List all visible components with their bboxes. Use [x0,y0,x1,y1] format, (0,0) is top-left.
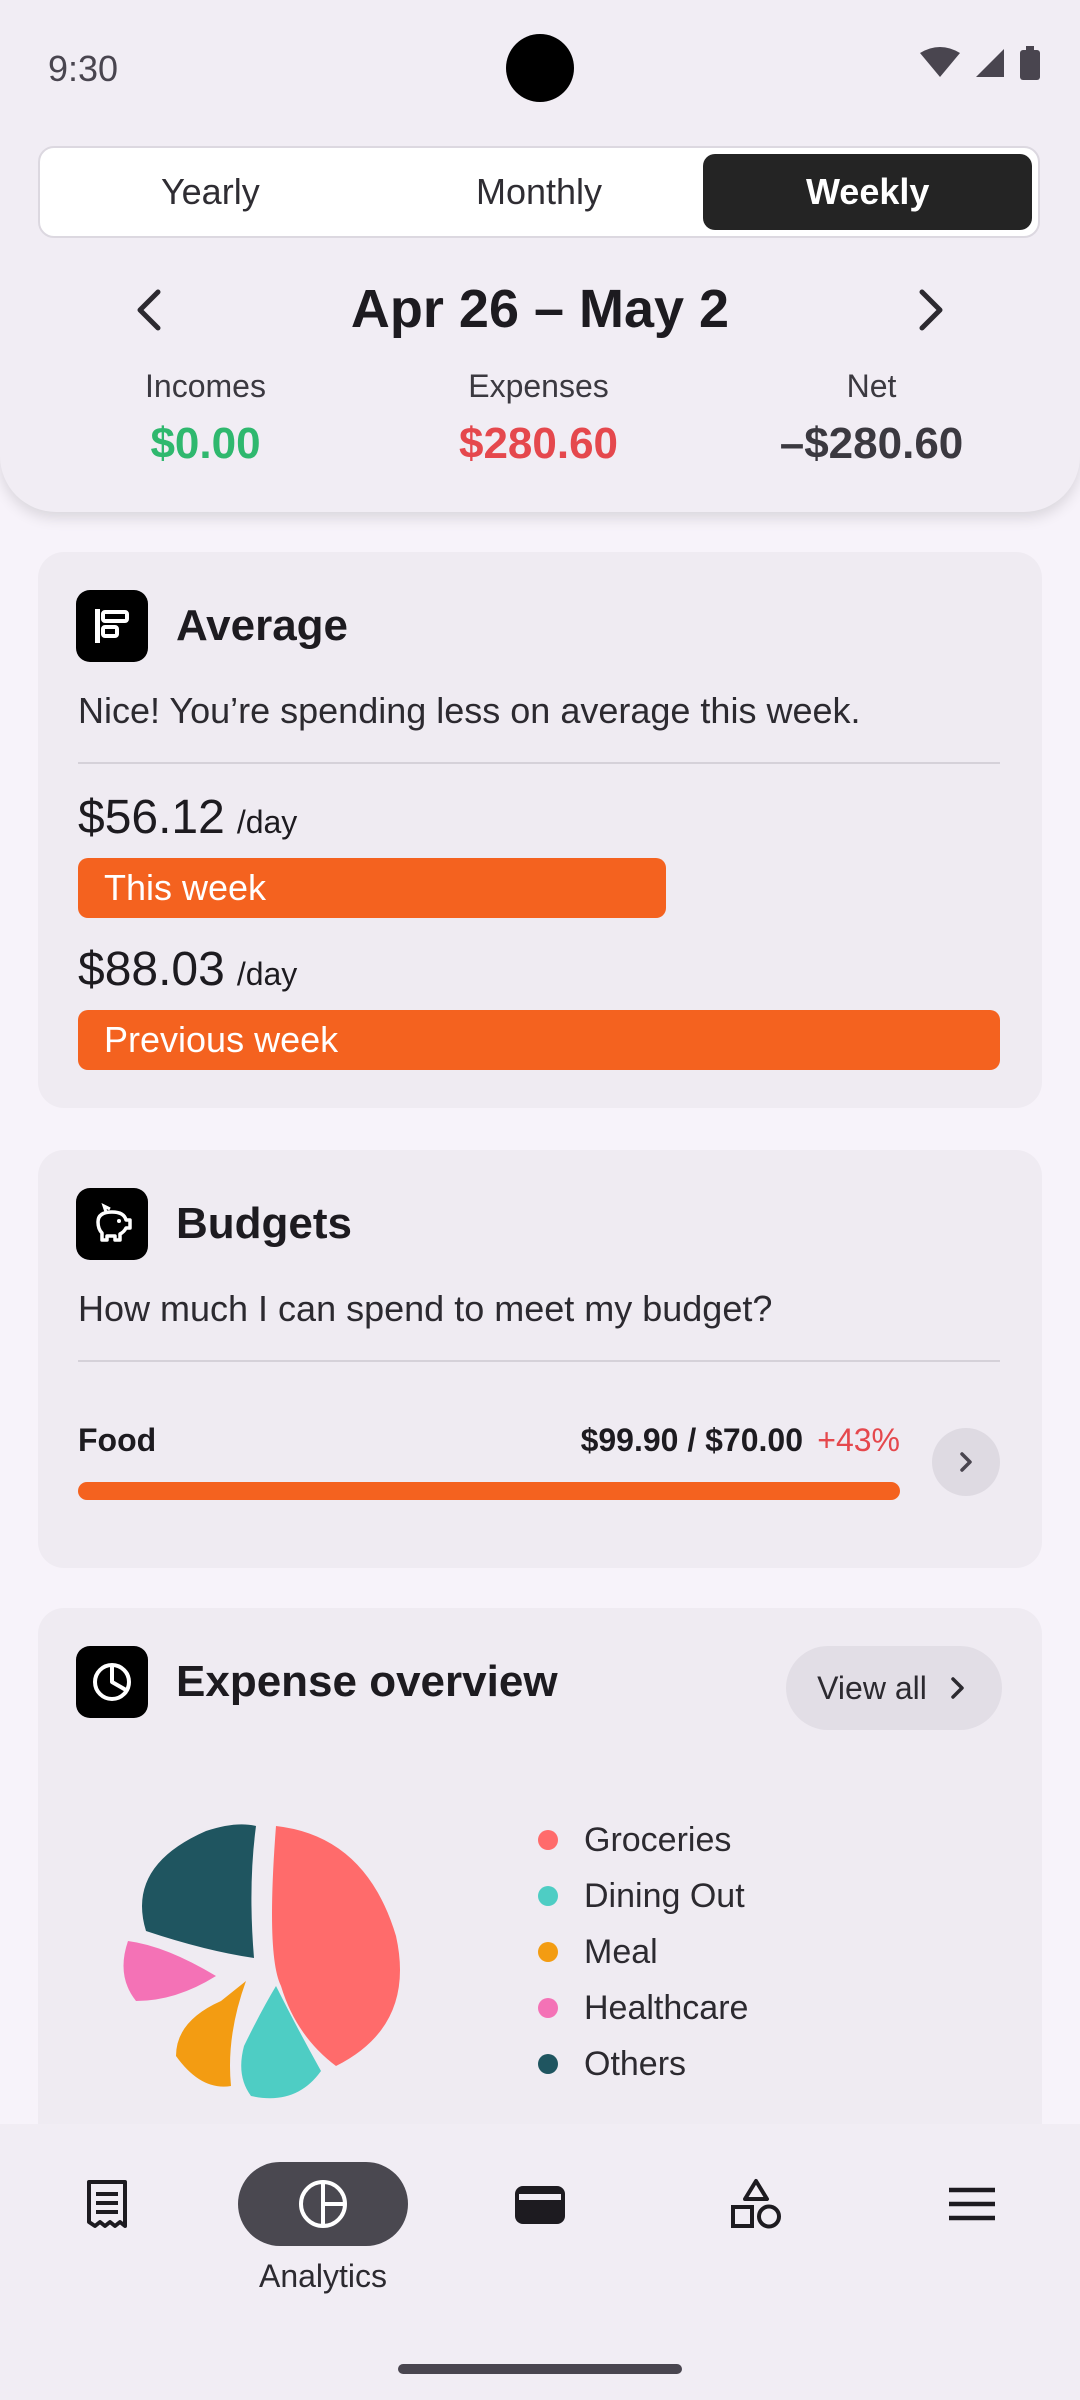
nav-categories[interactable] [656,2162,856,2312]
expense-overview-card: Expense overview View all Groceries Dini… [38,1608,1042,2168]
period-navigator: Apr 26 – May 2 [0,270,1080,350]
amount-unit: /day [236,804,298,840]
expense-overview-card-title: Expense overview [76,1646,558,1718]
incomes-stat: Incomes $0.00 [39,368,372,469]
piggy-bank-icon [76,1188,148,1260]
nav-pill [671,2162,841,2246]
nav-pill [238,2162,408,2246]
legend-item-dining-out: Dining Out [538,1868,748,1924]
nav-pill [22,2162,192,2246]
this-week-amount: $56.12/day [78,790,297,845]
legend-label: Groceries [584,1820,732,1859]
budget-detail-button[interactable] [932,1428,1000,1496]
view-all-label: View all [817,1669,927,1706]
chevron-right-icon [919,289,943,331]
pie-chart-icon [76,1646,148,1718]
average-card: Average Nice! You’re spending less on av… [38,552,1042,1108]
chevron-right-icon [960,1452,972,1472]
average-title: Average [176,601,349,650]
net-stat: Net –$280.60 [705,368,1038,469]
battery-icon [1020,46,1040,80]
nav-wallet[interactable] [440,2162,640,2312]
divider [78,762,1000,764]
wifi-icon [920,47,960,77]
pie-slice-meal[interactable] [176,1981,246,2087]
status-bar: 9:30 [0,0,1080,140]
stat-value: $0.00 [150,419,261,468]
legend-label: Meal [584,1932,658,1971]
budget-progress-bar [78,1482,900,1500]
stat-title: Net [846,368,897,404]
tab-weekly[interactable]: Weekly [703,154,1033,230]
budgets-card-title: Budgets [76,1188,352,1260]
amount-value: $88.03 [78,943,225,996]
average-message: Nice! You’re spending less on average th… [78,690,861,731]
legend-dot [538,2054,558,2074]
stat-value: $280.60 [458,419,619,468]
camera-cutout [506,34,574,102]
legend-item-healthcare: Healthcare [538,1980,748,2036]
stat-title: Expenses [468,368,609,404]
nav-label: Analytics [258,2258,388,2294]
budget-category: Food [78,1422,157,1458]
cellular-signal-icon [976,49,1004,77]
next-period-button[interactable] [900,280,960,340]
pie-slice-others[interactable] [142,1824,256,1958]
analytics-icon [299,2180,347,2228]
average-chart-icon [76,590,148,662]
budget-percent: +43% [817,1422,900,1458]
bottom-navigation: Analytics [0,2124,1080,2400]
legend-item-others: Others [538,2036,748,2092]
legend-label: Healthcare [584,1988,749,2027]
budgets-question: How much I can spend to meet my budget? [78,1288,773,1329]
stat-value: –$280.60 [779,419,964,468]
legend-item-meal: Meal [538,1924,748,1980]
wallet-icon [515,2186,565,2224]
expense-legend: Groceries Dining Out Meal Healthcare Oth… [538,1812,748,2092]
gesture-bar [398,2364,682,2374]
legend-dot [538,1998,558,2018]
nav-menu[interactable] [872,2162,1072,2312]
previous-week-amount: $88.03/day [78,942,297,997]
bar-label: Previous week [104,1019,339,1060]
shapes-icon [731,2179,781,2229]
bar-label: This week [104,867,267,908]
status-time: 9:30 [48,48,119,89]
budgets-card: Budgets How much I can spend to meet my … [38,1150,1042,1568]
chevron-right-icon [951,1677,964,1699]
legend-dot [538,1942,558,1962]
view-all-button[interactable]: View all [786,1646,1002,1730]
budgets-title: Budgets [176,1199,352,1248]
expense-overview-title: Expense overview [176,1657,558,1706]
this-week-bar: This week [78,858,666,918]
stat-title: Incomes [145,368,266,404]
legend-dot [538,1886,558,1906]
menu-icon [949,2187,995,2221]
nav-transactions[interactable] [7,2162,207,2312]
legend-item-groceries: Groceries [538,1812,748,1868]
legend-dot [538,1830,558,1850]
previous-week-bar: Previous week [78,1010,1000,1070]
average-card-title: Average [76,590,348,662]
divider [78,1360,1000,1362]
legend-label: Dining Out [584,1876,745,1915]
tab-monthly[interactable]: Monthly [375,154,704,230]
tab-yearly[interactable]: Yearly [46,154,375,230]
amount-value: $56.12 [78,791,225,844]
nav-pill [455,2162,625,2246]
budget-amount: $99.90 / $70.00 [580,1422,803,1458]
nav-pill [887,2162,1057,2246]
legend-label: Others [584,2044,687,2083]
summary-stats: Incomes $0.00 Expenses $280.60 Net –$280… [0,368,1080,469]
period-segmented-control: Yearly Monthly Weekly [38,146,1040,238]
expense-pie-chart [123,1824,400,2099]
status-icons [920,46,1040,80]
receipt-icon [87,2180,127,2228]
expenses-stat: Expenses $280.60 [372,368,705,469]
amount-unit: /day [236,956,298,992]
pie-slice-healthcare[interactable] [123,1941,217,2001]
nav-analytics[interactable]: Analytics [223,2162,423,2312]
